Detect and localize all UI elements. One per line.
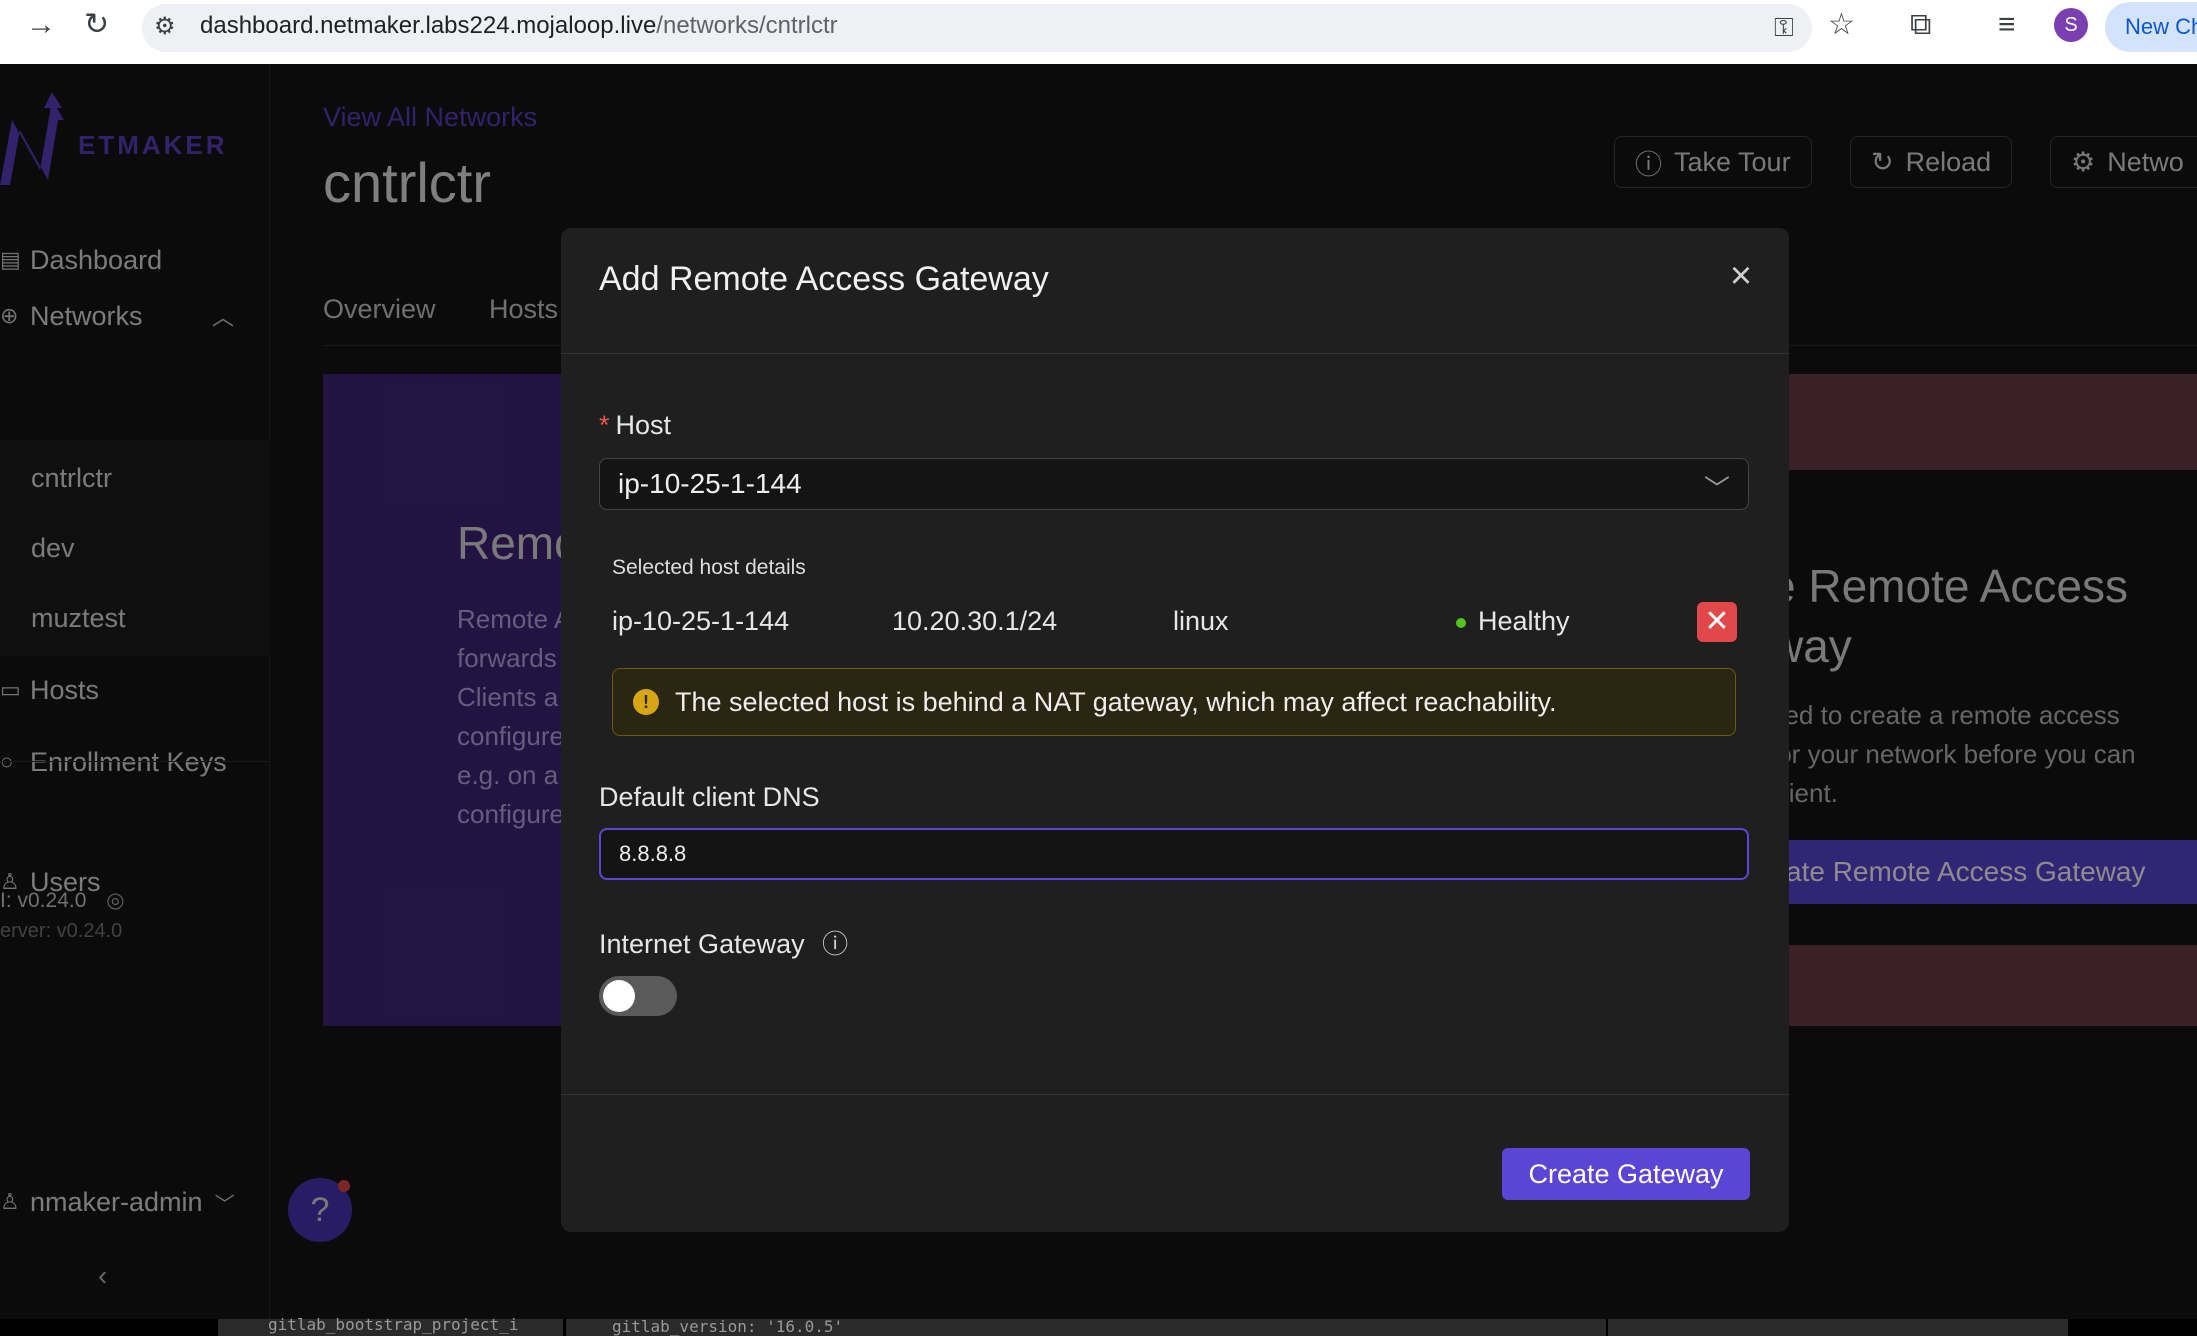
status-dot bbox=[1456, 617, 1466, 628]
extensions-icon[interactable]: ⧉ bbox=[1910, 10, 1931, 40]
host-detail-os: linux bbox=[1173, 606, 1229, 636]
modal-footer-divider bbox=[561, 1094, 1789, 1095]
strip-segment bbox=[1608, 1319, 2068, 1336]
create-gateway-button[interactable]: Create Gateway bbox=[1502, 1148, 1750, 1200]
terminal-text: gitlab_bootstrap_project_i bbox=[268, 1315, 519, 1334]
bottom-window-strip: gitlab_bootstrap_project_i gitlab_versio… bbox=[0, 1315, 2197, 1336]
remove-host-button[interactable]: ✕ bbox=[1697, 602, 1737, 642]
modal-header-divider bbox=[561, 353, 1789, 354]
warning-icon: ! bbox=[633, 689, 659, 715]
default-client-dns-input[interactable] bbox=[599, 828, 1749, 880]
chevron-down-icon: ﹀ bbox=[1703, 474, 1730, 504]
internet-gateway-label: Internet Gateway ⓘ bbox=[599, 929, 849, 959]
media-icon[interactable]: ≡ bbox=[1998, 10, 2016, 40]
new-chrome-button[interactable]: New Ch bbox=[2105, 2, 2197, 52]
close-icon: ✕ bbox=[1704, 605, 1730, 638]
host-select-value: ip-10-25-1-144 bbox=[618, 468, 802, 499]
host-detail-name: ip-10-25-1-144 bbox=[612, 606, 790, 636]
terminal-text: gitlab_version: '16.0.5' bbox=[612, 1317, 844, 1336]
warning-text: The selected host is behind a NAT gatewa… bbox=[675, 686, 1557, 717]
reload-icon[interactable]: ↻ bbox=[84, 10, 109, 40]
close-icon[interactable]: × bbox=[1721, 256, 1761, 296]
profile-avatar[interactable]: S bbox=[2054, 8, 2088, 42]
dns-field-label: Default client DNS bbox=[599, 782, 820, 812]
internet-gateway-toggle[interactable] bbox=[599, 976, 677, 1016]
site-settings-icon[interactable]: ⚙ bbox=[154, 12, 176, 42]
host-detail-ip: 10.20.30.1/24 bbox=[892, 606, 1058, 636]
info-icon[interactable]: ⓘ bbox=[822, 929, 848, 959]
password-key-icon[interactable]: ⚿ bbox=[1774, 12, 1794, 42]
nat-warning-alert: ! The selected host is behind a NAT gate… bbox=[612, 668, 1736, 736]
host-select[interactable]: ip-10-25-1-144 ﹀ bbox=[599, 458, 1749, 510]
toggle-knob bbox=[603, 980, 635, 1012]
modal-title: Add Remote Access Gateway bbox=[599, 260, 1049, 298]
forward-icon[interactable]: → bbox=[26, 10, 56, 40]
host-detail-status: Healthy bbox=[1456, 606, 1570, 637]
url-text[interactable]: dashboard.netmaker.labs224.mojaloop.live… bbox=[200, 12, 838, 40]
add-gateway-modal: Add Remote Access Gateway × * Host ip-10-… bbox=[561, 228, 1789, 1232]
browser-toolbar: → ↻ ⚙ dashboard.netmaker.labs224.mojaloo… bbox=[0, 0, 2197, 64]
selected-host-details-label: Selected host details bbox=[612, 556, 806, 579]
host-field-label: * Host bbox=[599, 410, 672, 440]
bookmark-star-icon[interactable]: ☆ bbox=[1828, 10, 1855, 40]
